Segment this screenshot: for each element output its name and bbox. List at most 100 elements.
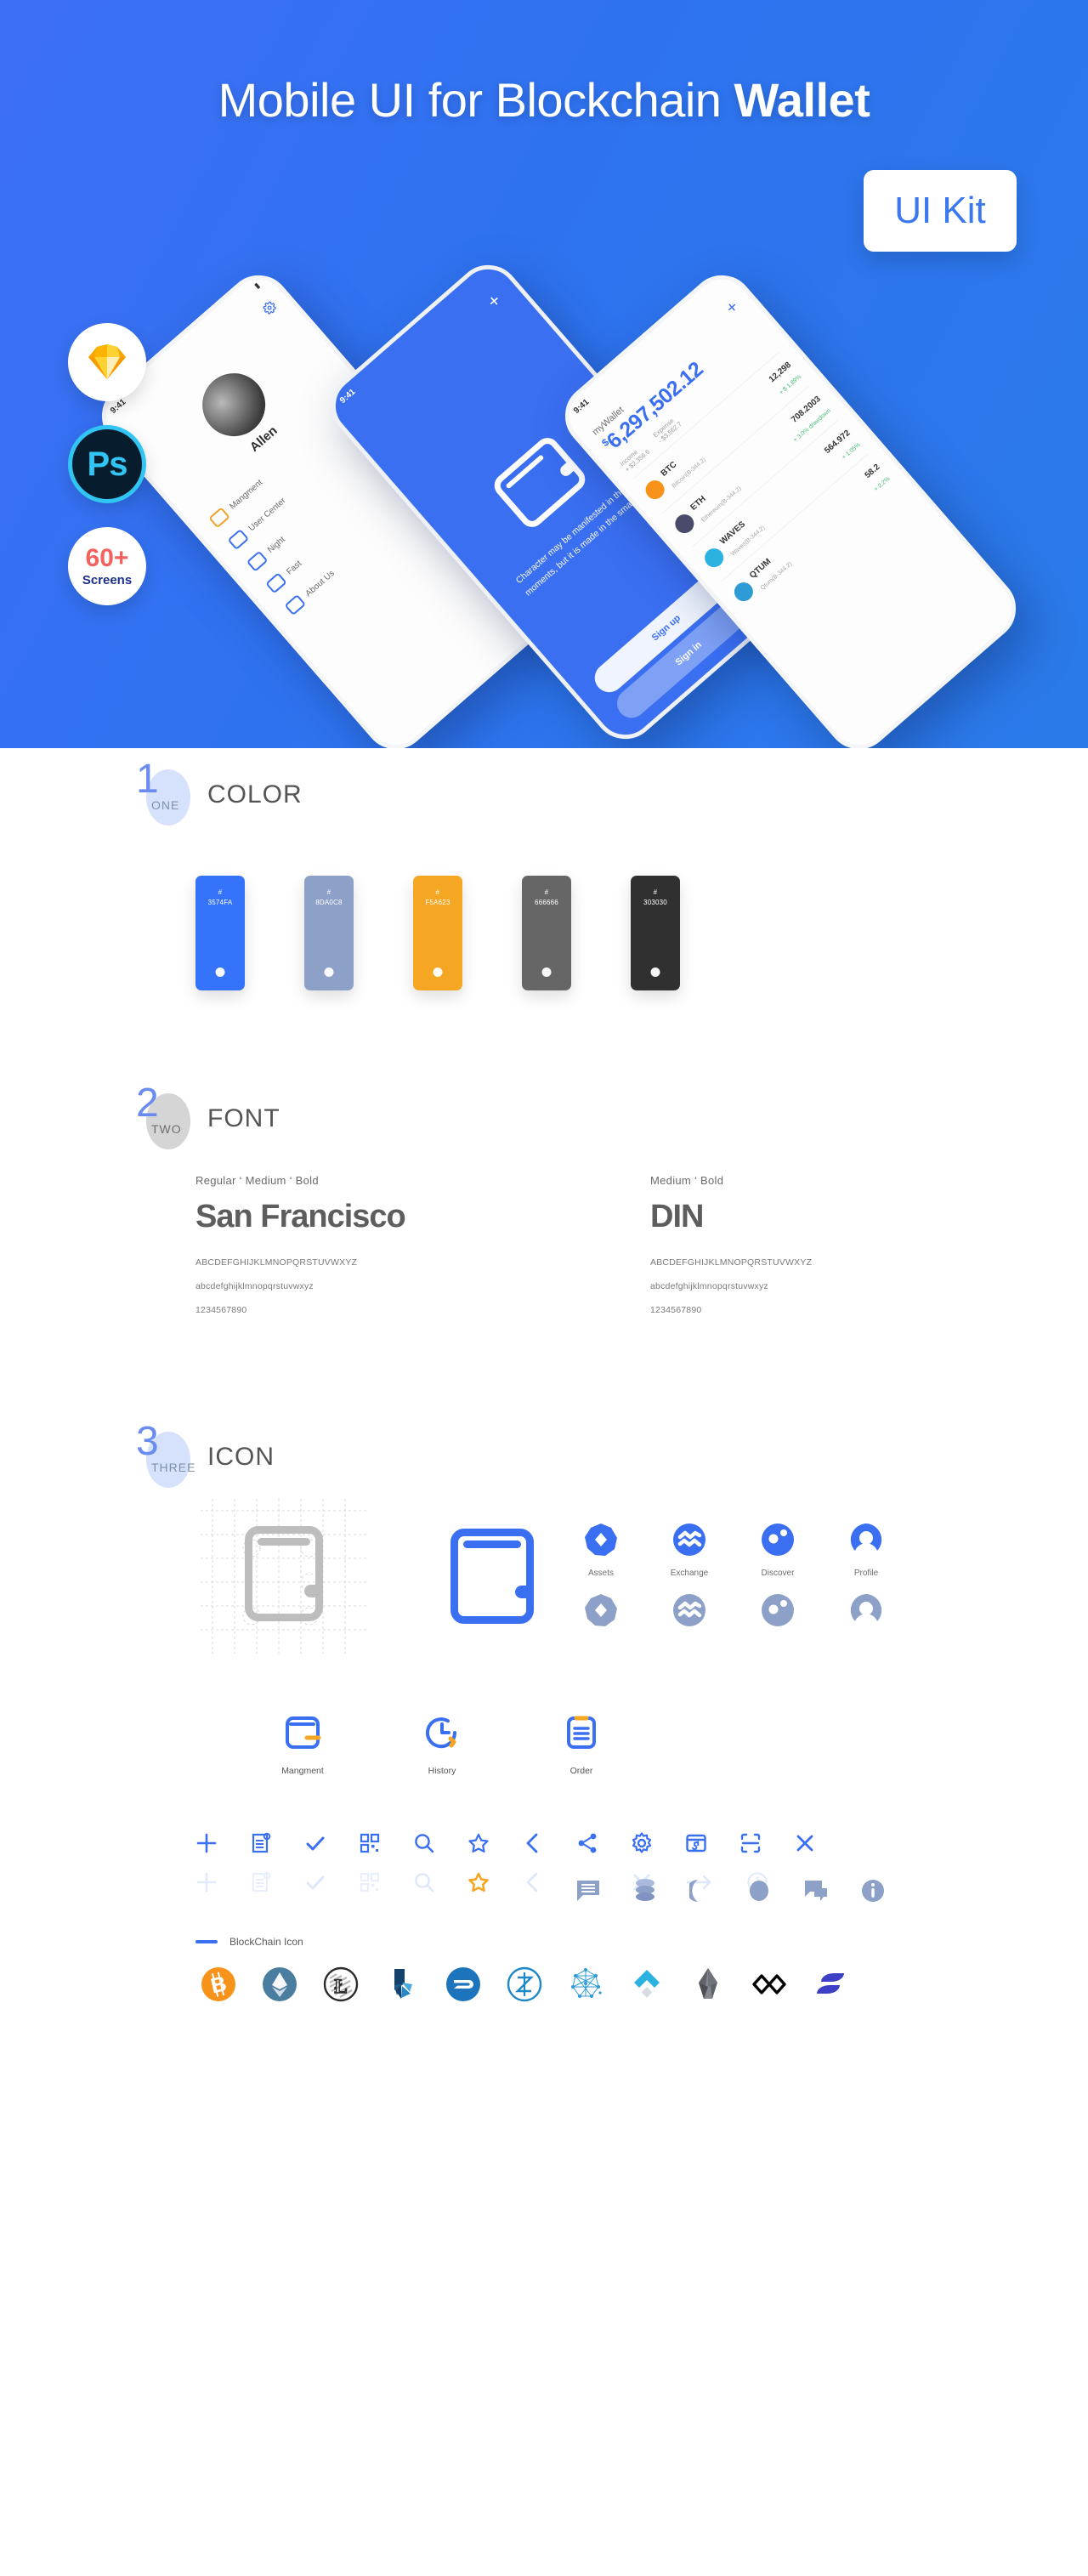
order-icon <box>567 1716 596 1749</box>
mangment-icon <box>208 507 230 529</box>
assets-icon <box>585 1523 617 1556</box>
divider <box>196 1940 218 1943</box>
ethereum-icon[interactable] <box>262 1966 298 2002</box>
document-settings-icon-disabled <box>252 1871 271 1892</box>
window-icon[interactable] <box>685 1832 707 1854</box>
section-word: TWO <box>151 1122 182 1136</box>
close-icon[interactable] <box>794 1832 816 1854</box>
qtum-icon[interactable] <box>568 1966 604 2002</box>
font-weights: Regular ‘ Medium ‘ Bold <box>196 1174 319 1187</box>
icon-showcase: Assets Exchange Discover Profile Mangmen… <box>136 1499 952 2002</box>
nav-icon-discover[interactable]: Discover <box>751 1523 804 1631</box>
wallet-icon <box>490 433 591 532</box>
color-swatch[interactable]: #3574FA <box>196 876 245 990</box>
section-title: COLOR <box>207 780 303 809</box>
litecoin-icon[interactable]: Ł <box>323 1966 359 2002</box>
document-settings-icon[interactable] <box>250 1832 272 1854</box>
section-digit: 2 <box>136 1081 159 1126</box>
circle-icon[interactable] <box>746 1878 772 1904</box>
blockchain-icon-header: BlockChain Icon <box>136 1902 952 1948</box>
gear-icon[interactable] <box>631 1832 653 1854</box>
info-icon[interactable] <box>860 1878 886 1904</box>
star-filled-orange-icon[interactable] <box>468 1871 490 1893</box>
ui-kit-presentation: Mobile UI for Blockchain Wallet UI Kit 9… <box>0 0 1088 2576</box>
chat-icon[interactable] <box>803 1878 829 1904</box>
font-uppercase-sample: ABCDEFGHIJKLMNOPQRSTUVWXYZ <box>196 1257 358 1268</box>
icon-section-header: 3 THREE ICON <box>136 1410 952 1504</box>
sketch-diamond-icon <box>88 344 126 379</box>
share-icon[interactable] <box>576 1832 598 1854</box>
color-swatch[interactable]: #666666 <box>522 876 571 990</box>
glyph-icon-row <box>575 1878 886 1904</box>
mangment-icon <box>286 1716 321 1749</box>
font-name: San Francisco <box>196 1199 406 1234</box>
asset-symbol: QTUM <box>747 557 774 581</box>
search-icon[interactable] <box>413 1832 435 1854</box>
font-section-header: 2 TWO FONT <box>136 1072 952 1166</box>
bitshares-icon[interactable] <box>384 1966 420 2002</box>
list-item-label: Night <box>265 534 287 555</box>
swatch-pin <box>541 967 552 977</box>
font-digits-sample: 1234567890 <box>650 1305 702 1315</box>
section-digit: 3 <box>136 1419 159 1464</box>
wallet-blue-icon <box>450 1529 534 1624</box>
nav-icon-label: Profile <box>853 1569 879 1578</box>
exchange-icon-inactive <box>673 1594 706 1626</box>
star-outline-icon[interactable] <box>468 1832 490 1854</box>
zcash-icon[interactable] <box>507 1966 542 2002</box>
labeled-icon-mangment[interactable]: Mangment <box>264 1713 342 1776</box>
section-number-badge: 2 TWO <box>136 1083 190 1149</box>
profile-icon-inactive <box>850 1594 882 1621</box>
font-name: DIN <box>650 1199 704 1234</box>
labeled-icon-row: Mangment History Order <box>136 1640 952 1776</box>
labeled-icon-label: History <box>428 1766 456 1776</box>
dash-icon[interactable] <box>445 1966 481 2002</box>
photoshop-badge: Ps <box>68 425 146 503</box>
asset-change: + 1.05% <box>841 441 862 462</box>
elastos-icon[interactable] <box>813 1966 848 2002</box>
asset-symbol: ETH <box>688 494 708 513</box>
nav-icon-exchange[interactable]: Exchange <box>663 1523 716 1631</box>
wallet-outline-icon <box>245 1526 323 1621</box>
coins-stack-icon[interactable] <box>632 1878 658 1904</box>
plus-icon[interactable] <box>196 1832 218 1854</box>
section-title: FONT <box>207 1104 280 1132</box>
scan-icon[interactable] <box>740 1832 762 1854</box>
loopring-icon[interactable] <box>751 1966 787 2002</box>
nav-icon-profile[interactable]: Profile <box>840 1523 892 1631</box>
blockchain-coin-row: B Ł <box>136 1948 952 2002</box>
section-word: THREE <box>151 1461 196 1474</box>
section-number-badge: 3 THREE <box>136 1421 195 1488</box>
hero-section: Mobile UI for Blockchain Wallet UI Kit 9… <box>0 0 1088 748</box>
font-uppercase-sample: ABCDEFGHIJKLMNOPQRSTUVWXYZ <box>650 1257 813 1268</box>
nav-icon-assets[interactable]: Assets <box>575 1523 627 1631</box>
font-lowercase-sample: abcdefghijklmnopqrstuvwxyz <box>650 1281 768 1291</box>
bitcoin-icon[interactable]: B <box>201 1966 236 2002</box>
swatch-pin <box>650 967 660 977</box>
color-section-header: 1 ONE COLOR <box>136 748 952 842</box>
labeled-icon-order[interactable]: Order <box>542 1713 620 1776</box>
icon-section: 3 THREE ICON Assets Exchange Discover Pr… <box>0 1410 1088 2002</box>
history-icon <box>426 1717 457 1749</box>
moon-icon[interactable] <box>689 1878 715 1904</box>
nav-icon-label: Discover <box>761 1569 795 1578</box>
chevron-left-icon[interactable] <box>522 1832 544 1854</box>
check-icon[interactable] <box>304 1832 326 1854</box>
toolbar-row-primary <box>196 1824 952 1863</box>
format-badges: Ps 60+ Screens <box>68 323 146 629</box>
color-swatch[interactable]: #8DA0C8 <box>304 876 354 990</box>
font-lowercase-sample: abcdefghijklmnopqrstuvwxyz <box>196 1281 314 1291</box>
color-swatch[interactable]: # F5A623 <box>413 876 462 990</box>
qrcode-icon-disabled <box>360 1872 380 1892</box>
color-swatch[interactable]: #303030 <box>631 876 680 990</box>
waves-icon[interactable] <box>629 1966 665 2002</box>
swatch-pin <box>324 967 334 977</box>
qrcode-icon[interactable] <box>359 1832 381 1854</box>
message-icon[interactable] <box>575 1878 601 1904</box>
eos-icon[interactable] <box>690 1966 726 2002</box>
nav-icon-label: Exchange <box>670 1569 709 1578</box>
labeled-icon-history[interactable]: History <box>403 1713 481 1776</box>
list-item-label: About Us <box>303 568 337 599</box>
section-title: ICON <box>207 1443 275 1471</box>
discover-icon-inactive <box>762 1594 794 1626</box>
